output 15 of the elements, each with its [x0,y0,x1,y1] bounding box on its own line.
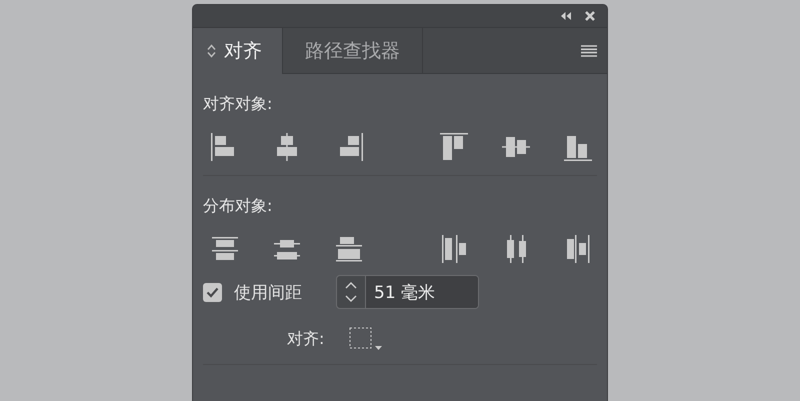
panel-tab[interactable]: 对齐 [193,28,283,74]
stepper-icon[interactable] [345,280,357,304]
menu-icon[interactable] [581,44,597,56]
align-to-label: 对齐: [287,328,324,350]
close-icon[interactable] [585,11,595,21]
sort-arrows-icon [207,44,216,58]
align-top-icon[interactable] [438,131,470,163]
collapse-icon[interactable] [561,12,571,20]
checkbox[interactable] [203,282,222,302]
section-label: 分布对象: [203,195,274,217]
panel-tab[interactable]: 路径查找器 [283,28,423,73]
section-label: 对齐对象: [203,93,274,115]
selection-bounds-icon[interactable] [348,326,384,352]
spacing-field[interactable]: 51 毫米 [336,275,479,309]
checkbox-label: 使用间距 [234,282,302,304]
